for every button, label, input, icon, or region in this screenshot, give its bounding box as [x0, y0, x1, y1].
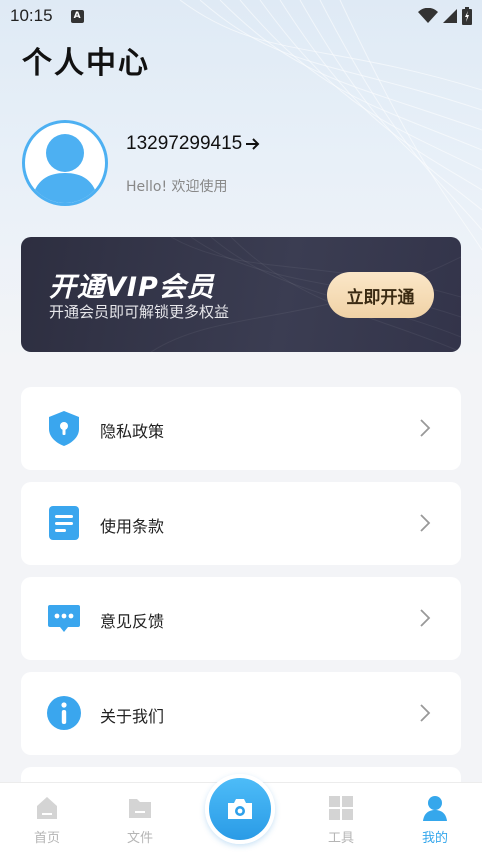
wifi-icon	[418, 8, 438, 23]
status-icons	[418, 7, 472, 25]
menu-item-label: 隐私政策	[100, 422, 165, 441]
chat-bubble-icon	[48, 605, 80, 632]
user-avatar-icon	[31, 134, 99, 203]
vip-subtitle: 开通会员即可解锁更多权益	[49, 303, 230, 321]
tab-tools[interactable]: 工具	[311, 795, 371, 846]
folder-icon	[129, 799, 151, 818]
status-bar: 10:15 A	[0, 0, 482, 32]
battery-icon	[462, 7, 472, 25]
tab-mine[interactable]: 我的	[405, 795, 465, 846]
menu-item-privacy[interactable]: 隐私政策	[21, 387, 461, 470]
menu-item-about[interactable]: 关于我们	[21, 672, 461, 755]
chevron-right-icon	[420, 514, 431, 532]
document-icon	[49, 506, 79, 540]
menu-item-label: 关于我们	[100, 707, 165, 726]
user-icon	[423, 796, 447, 821]
profile-phone-link[interactable]: 13297299415	[126, 133, 262, 155]
tab-label: 文件	[126, 831, 153, 846]
vip-activate-button[interactable]: 立即开通	[327, 272, 434, 318]
home-icon	[37, 797, 57, 819]
menu-item-terms[interactable]: 使用条款	[21, 482, 461, 565]
menu-item-label: 使用条款	[100, 517, 165, 536]
menu-item-label: 意见反馈	[100, 612, 165, 631]
vip-banner[interactable]: 开通VIP会员 开通会员即可解锁更多权益 立即开通	[21, 237, 461, 352]
chevron-right-icon	[420, 704, 431, 722]
camera-icon	[228, 799, 252, 819]
menu-item-feedback[interactable]: 意见反馈	[21, 577, 461, 660]
tab-label: 我的	[421, 831, 448, 846]
avatar[interactable]	[22, 120, 108, 206]
camera-button[interactable]	[205, 774, 275, 844]
greeting-text: Hello! 欢迎使用	[126, 179, 228, 195]
tab-label: 工具	[327, 831, 354, 846]
profile-phone: 13297299415	[126, 133, 243, 154]
status-time: 10:15	[10, 6, 53, 25]
page-title: 个人中心	[22, 46, 150, 81]
tab-home[interactable]: 首页	[17, 795, 77, 846]
tab-label: 首页	[33, 831, 60, 846]
chevron-right-icon	[420, 419, 431, 437]
info-icon	[47, 696, 81, 730]
vip-title: 开通VIP会员	[49, 272, 215, 303]
shield-lock-icon	[49, 411, 79, 446]
notification-badge-icon: A	[70, 9, 84, 23]
grid-icon	[329, 796, 353, 820]
chevron-right-icon	[420, 609, 431, 627]
tab-files[interactable]: 文件	[110, 795, 170, 846]
signal-icon	[443, 9, 457, 23]
arrow-right-icon	[246, 138, 260, 150]
